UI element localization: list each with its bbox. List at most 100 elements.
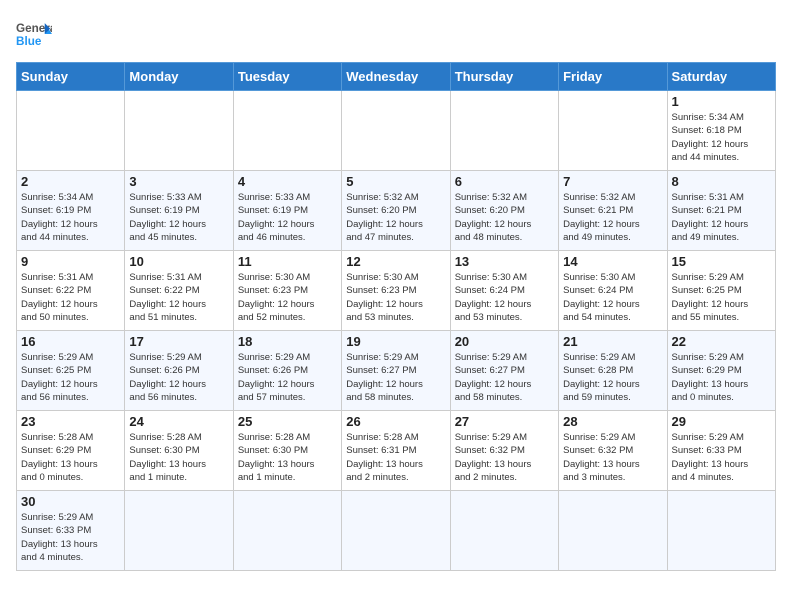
day-number: 12 — [346, 254, 445, 269]
calendar-cell-w2d5: 14 Sunrise: 5:30 AMSunset: 6:24 PMDayligh… — [559, 251, 667, 331]
day-number: 11 — [238, 254, 337, 269]
calendar-cell-w0d4 — [450, 91, 558, 171]
day-number: 26 — [346, 414, 445, 429]
calendar-table: SundayMondayTuesdayWednesdayThursdayFrid… — [16, 62, 776, 571]
calendar-cell-w4d6: 29 Sunrise: 5:29 AMSunset: 6:33 PMDayligh… — [667, 411, 775, 491]
calendar-cell-w4d0: 23 Sunrise: 5:28 AMSunset: 6:29 PMDayligh… — [17, 411, 125, 491]
day-info: Sunrise: 5:32 AMSunset: 6:20 PMDaylight:… — [455, 191, 554, 244]
day-info: Sunrise: 5:30 AMSunset: 6:24 PMDaylight:… — [455, 271, 554, 324]
day-number: 5 — [346, 174, 445, 189]
calendar-cell-w1d2: 4 Sunrise: 5:33 AMSunset: 6:19 PMDaylight… — [233, 171, 341, 251]
calendar-cell-w4d3: 26 Sunrise: 5:28 AMSunset: 6:31 PMDayligh… — [342, 411, 450, 491]
day-info: Sunrise: 5:31 AMSunset: 6:22 PMDaylight:… — [129, 271, 228, 324]
calendar-cell-w0d1 — [125, 91, 233, 171]
day-number: 1 — [672, 94, 771, 109]
calendar-cell-w4d4: 27Sunrise: 5:29 AMSunset: 6:32 PMDayligh… — [450, 411, 558, 491]
calendar-cell-w4d2: 25 Sunrise: 5:28 AMSunset: 6:30 PMDayligh… — [233, 411, 341, 491]
day-number: 28 — [563, 414, 662, 429]
day-info: Sunrise: 5:30 AMSunset: 6:23 PMDaylight:… — [346, 271, 445, 324]
calendar-cell-w5d4 — [450, 491, 558, 571]
day-number: 4 — [238, 174, 337, 189]
calendar-cell-w3d1: 17 Sunrise: 5:29 AMSunset: 6:26 PMDayligh… — [125, 331, 233, 411]
weekday-header-wednesday: Wednesday — [342, 63, 450, 91]
calendar-cell-w1d0: 2 Sunrise: 5:34 AMSunset: 6:19 PMDaylight… — [17, 171, 125, 251]
logo: General Blue — [16, 16, 52, 52]
calendar-cell-w3d3: 19 Sunrise: 5:29 AMSunset: 6:27 PMDayligh… — [342, 331, 450, 411]
day-number: 24 — [129, 414, 228, 429]
calendar-cell-w2d4: 13 Sunrise: 5:30 AMSunset: 6:24 PMDayligh… — [450, 251, 558, 331]
day-number: 6 — [455, 174, 554, 189]
day-info: Sunrise: 5:29 AMSunset: 6:25 PMDaylight:… — [21, 351, 120, 404]
calendar-cell-w5d6 — [667, 491, 775, 571]
day-info: Sunrise: 5:29 AMSunset: 6:26 PMDaylight:… — [129, 351, 228, 404]
day-number: 8 — [672, 174, 771, 189]
day-info: Sunrise: 5:33 AMSunset: 6:19 PMDaylight:… — [129, 191, 228, 244]
day-info: Sunrise: 5:29 AMSunset: 6:32 PMDaylight:… — [455, 431, 554, 484]
calendar-cell-w1d6: 8 Sunrise: 5:31 AMSunset: 6:21 PMDaylight… — [667, 171, 775, 251]
day-info: Sunrise: 5:31 AMSunset: 6:22 PMDaylight:… — [21, 271, 120, 324]
svg-text:Blue: Blue — [16, 35, 42, 48]
day-number: 22 — [672, 334, 771, 349]
day-number: 14 — [563, 254, 662, 269]
day-info: Sunrise: 5:28 AMSunset: 6:30 PMDaylight:… — [129, 431, 228, 484]
day-info: Sunrise: 5:28 AMSunset: 6:30 PMDaylight:… — [238, 431, 337, 484]
weekday-header-friday: Friday — [559, 63, 667, 91]
page-header: General Blue — [16, 16, 776, 52]
day-info: Sunrise: 5:34 AMSunset: 6:18 PMDaylight:… — [672, 111, 771, 164]
day-info: Sunrise: 5:29 AMSunset: 6:27 PMDaylight:… — [346, 351, 445, 404]
day-info: Sunrise: 5:31 AMSunset: 6:21 PMDaylight:… — [672, 191, 771, 244]
day-number: 10 — [129, 254, 228, 269]
day-info: Sunrise: 5:29 AMSunset: 6:32 PMDaylight:… — [563, 431, 662, 484]
calendar-cell-w5d2 — [233, 491, 341, 571]
calendar-cell-w3d0: 16Sunrise: 5:29 AMSunset: 6:25 PMDayligh… — [17, 331, 125, 411]
calendar-cell-w1d5: 7Sunrise: 5:32 AMSunset: 6:21 PMDaylight… — [559, 171, 667, 251]
day-number: 29 — [672, 414, 771, 429]
day-number: 25 — [238, 414, 337, 429]
day-number: 17 — [129, 334, 228, 349]
calendar-cell-w5d5 — [559, 491, 667, 571]
calendar-cell-w3d4: 20Sunrise: 5:29 AMSunset: 6:27 PMDayligh… — [450, 331, 558, 411]
calendar-cell-w1d1: 3 Sunrise: 5:33 AMSunset: 6:19 PMDaylight… — [125, 171, 233, 251]
day-number: 23 — [21, 414, 120, 429]
calendar-cell-w5d1 — [125, 491, 233, 571]
calendar-cell-w2d6: 15 Sunrise: 5:29 AMSunset: 6:25 PMDayligh… — [667, 251, 775, 331]
calendar-cell-w5d3 — [342, 491, 450, 571]
day-info: Sunrise: 5:29 AMSunset: 6:33 PMDaylight:… — [672, 431, 771, 484]
weekday-header-monday: Monday — [125, 63, 233, 91]
day-number: 3 — [129, 174, 228, 189]
day-number: 19 — [346, 334, 445, 349]
day-info: Sunrise: 5:33 AMSunset: 6:19 PMDaylight:… — [238, 191, 337, 244]
calendar-cell-w2d0: 9Sunrise: 5:31 AMSunset: 6:22 PMDaylight… — [17, 251, 125, 331]
day-number: 18 — [238, 334, 337, 349]
calendar-cell-w0d6: 1 Sunrise: 5:34 AMSunset: 6:18 PMDaylight… — [667, 91, 775, 171]
weekday-header-sunday: Sunday — [17, 63, 125, 91]
calendar-cell-w4d1: 24 Sunrise: 5:28 AMSunset: 6:30 PMDayligh… — [125, 411, 233, 491]
day-info: Sunrise: 5:28 AMSunset: 6:31 PMDaylight:… — [346, 431, 445, 484]
day-info: Sunrise: 5:29 AMSunset: 6:33 PMDaylight:… — [21, 511, 120, 564]
calendar-cell-w3d5: 21Sunrise: 5:29 AMSunset: 6:28 PMDayligh… — [559, 331, 667, 411]
day-number: 30 — [21, 494, 120, 509]
day-number: 20 — [455, 334, 554, 349]
day-info: Sunrise: 5:28 AMSunset: 6:29 PMDaylight:… — [21, 431, 120, 484]
weekday-header-tuesday: Tuesday — [233, 63, 341, 91]
calendar-cell-w2d1: 10 Sunrise: 5:31 AMSunset: 6:22 PMDayligh… — [125, 251, 233, 331]
day-info: Sunrise: 5:34 AMSunset: 6:19 PMDaylight:… — [21, 191, 120, 244]
calendar-cell-w2d3: 12 Sunrise: 5:30 AMSunset: 6:23 PMDayligh… — [342, 251, 450, 331]
day-number: 21 — [563, 334, 662, 349]
calendar-cell-w0d3 — [342, 91, 450, 171]
calendar-cell-w0d5 — [559, 91, 667, 171]
day-info: Sunrise: 5:29 AMSunset: 6:25 PMDaylight:… — [672, 271, 771, 324]
day-number: 15 — [672, 254, 771, 269]
day-number: 2 — [21, 174, 120, 189]
calendar-cell-w1d3: 5 Sunrise: 5:32 AMSunset: 6:20 PMDaylight… — [342, 171, 450, 251]
calendar-cell-w1d4: 6 Sunrise: 5:32 AMSunset: 6:20 PMDaylight… — [450, 171, 558, 251]
logo-icon: General Blue — [16, 16, 52, 52]
calendar-cell-w0d0 — [17, 91, 125, 171]
day-info: Sunrise: 5:30 AMSunset: 6:23 PMDaylight:… — [238, 271, 337, 324]
day-number: 13 — [455, 254, 554, 269]
day-number: 7 — [563, 174, 662, 189]
day-info: Sunrise: 5:32 AMSunset: 6:20 PMDaylight:… — [346, 191, 445, 244]
day-info: Sunrise: 5:30 AMSunset: 6:24 PMDaylight:… — [563, 271, 662, 324]
weekday-header-thursday: Thursday — [450, 63, 558, 91]
calendar-cell-w0d2 — [233, 91, 341, 171]
